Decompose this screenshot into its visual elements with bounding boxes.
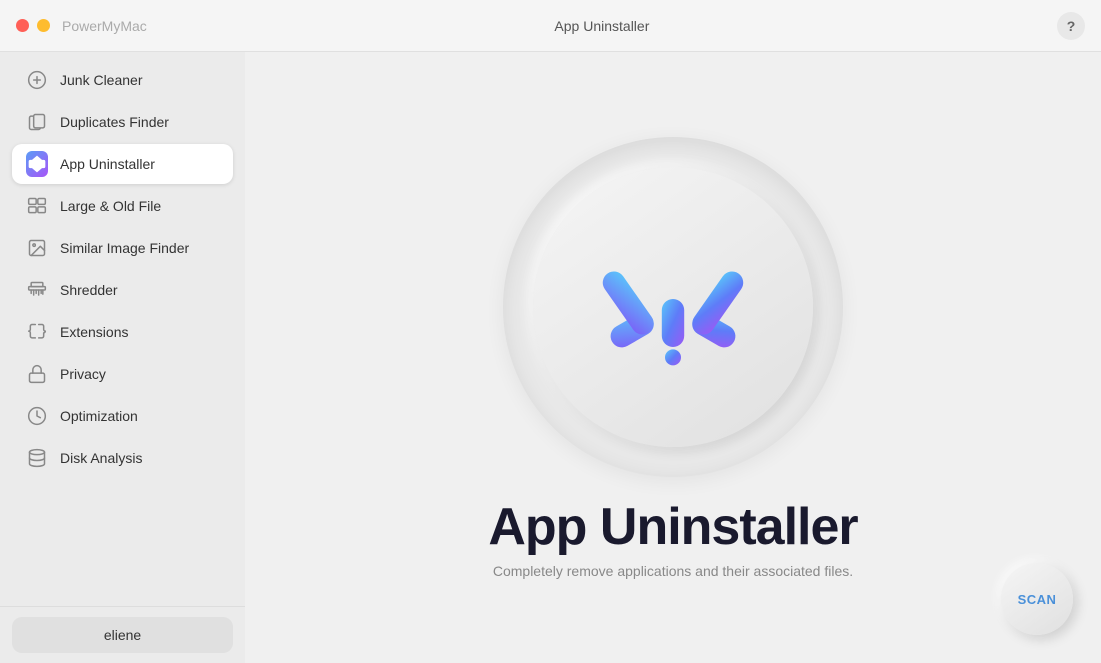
sidebar-item-similar-image-finder[interactable]: Similar Image Finder — [12, 228, 233, 268]
sidebar-item-label: Duplicates Finder — [60, 114, 169, 130]
sidebar-item-optimization[interactable]: Optimization — [12, 396, 233, 436]
titlebar-title: App Uninstaller — [147, 18, 1057, 34]
sidebar-item-label: Optimization — [60, 408, 138, 424]
sidebar-item-junk-cleaner[interactable]: Junk Cleaner — [12, 60, 233, 100]
hero-circle-outer — [503, 137, 843, 477]
scan-button[interactable]: SCAN — [1001, 563, 1073, 635]
large-file-icon — [26, 195, 48, 217]
sidebar-item-label: Large & Old File — [60, 198, 161, 214]
sidebar-item-label: Extensions — [60, 324, 128, 340]
junk-cleaner-icon — [26, 69, 48, 91]
app-uninstaller-icon — [26, 153, 48, 175]
app-brand-label: PowerMyMac — [62, 18, 147, 34]
sidebar-item-shredder[interactable]: Shredder — [12, 270, 233, 310]
hero-circle-inner — [533, 167, 813, 447]
disk-analysis-icon — [26, 447, 48, 469]
sidebar-item-label: Shredder — [60, 282, 118, 298]
similar-image-icon — [26, 237, 48, 259]
sidebar-item-app-uninstaller[interactable]: App Uninstaller — [12, 144, 233, 184]
sidebar: Junk Cleaner Duplicates Finder App — [0, 0, 245, 663]
minimize-button[interactable] — [37, 19, 50, 32]
sidebar-item-label: Junk Cleaner — [60, 72, 143, 88]
sidebar-footer: eliene — [0, 606, 245, 663]
sidebar-item-extensions[interactable]: Extensions — [12, 312, 233, 352]
hero-subtitle: Completely remove applications and their… — [488, 563, 857, 579]
sidebar-item-label: Similar Image Finder — [60, 240, 189, 256]
sidebar-item-label: App Uninstaller — [60, 156, 155, 172]
duplicates-finder-icon — [26, 111, 48, 133]
sidebar-items-list: Junk Cleaner Duplicates Finder App — [0, 52, 245, 606]
sidebar-item-privacy[interactable]: Privacy — [12, 354, 233, 394]
main-content: App Uninstaller Completely remove applic… — [245, 0, 1101, 663]
traffic-lights — [16, 19, 50, 32]
hero-title: App Uninstaller — [488, 501, 857, 553]
close-button[interactable] — [16, 19, 29, 32]
extensions-icon — [26, 321, 48, 343]
hero-text-block: App Uninstaller Completely remove applic… — [488, 501, 857, 579]
sidebar-item-duplicates-finder[interactable]: Duplicates Finder — [12, 102, 233, 142]
user-button[interactable]: eliene — [12, 617, 233, 653]
shredder-icon — [26, 279, 48, 301]
sidebar-item-disk-analysis[interactable]: Disk Analysis — [12, 438, 233, 478]
titlebar: PowerMyMac App Uninstaller ? — [0, 0, 1101, 52]
sidebar-item-large-old-file[interactable]: Large & Old File — [12, 186, 233, 226]
scan-button-wrapper: SCAN — [1001, 563, 1073, 635]
app-uninstaller-hero-icon — [593, 227, 753, 387]
sidebar-item-label: Disk Analysis — [60, 450, 142, 466]
optimization-icon — [26, 405, 48, 427]
help-button[interactable]: ? — [1057, 12, 1085, 40]
sidebar-item-label: Privacy — [60, 366, 106, 382]
privacy-icon — [26, 363, 48, 385]
